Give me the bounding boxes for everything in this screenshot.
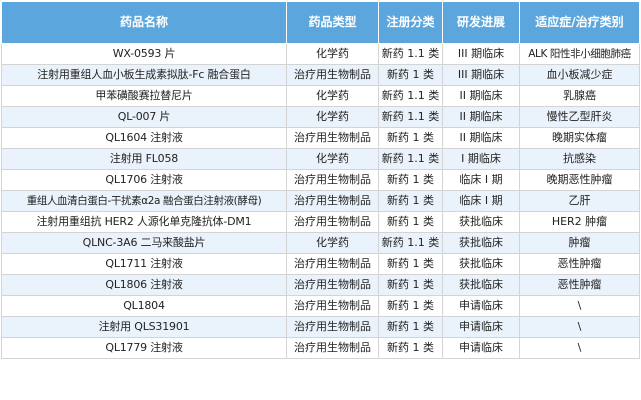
- table-row: 甲苯磺酸赛拉替尼片 化学药 新药 1.1 类 II 期临床 乳腺癌: [1, 85, 640, 107]
- cell-indication: 血小板减少症: [519, 64, 640, 86]
- cell-drug-type: 治疗用生物制品: [286, 274, 379, 296]
- cell-registration-class: 新药 1 类: [378, 190, 443, 212]
- cell-drug-name: 注射用重组人血小板生成素拟肽-Fc 融合蛋白: [1, 64, 287, 86]
- header-drug-type: 药品类型: [286, 1, 379, 44]
- cell-drug-type: 化学药: [286, 106, 379, 128]
- drug-pipeline-figure: 药品名称 药品类型 注册分类 研发进展 适应症/治疗类别 WX-0593 片 化…: [0, 0, 641, 400]
- cell-registration-class: 新药 1 类: [378, 169, 443, 191]
- cell-drug-type: 治疗用生物制品: [286, 127, 379, 149]
- cell-drug-type: 化学药: [286, 148, 379, 170]
- table-row: 重组人血清白蛋白-干扰素α2a 融合蛋白注射液(酵母) 治疗用生物制品 新药 1…: [1, 190, 640, 212]
- cell-registration-class: 新药 1.1 类: [378, 232, 443, 254]
- cell-registration-class: 新药 1 类: [378, 337, 443, 359]
- cell-drug-type: 化学药: [286, 43, 379, 65]
- cell-indication: 乙肝: [519, 190, 640, 212]
- table-row: 注射用重组抗 HER2 人源化单克隆抗体-DM1 治疗用生物制品 新药 1 类 …: [1, 211, 640, 233]
- cell-drug-name: WX-0593 片: [1, 43, 287, 65]
- cell-drug-name: QLNC-3A6 二马来酸盐片: [1, 232, 287, 254]
- cell-drug-name: 注射用重组抗 HER2 人源化单克隆抗体-DM1: [1, 211, 287, 233]
- header-rd-progress: 研发进展: [442, 1, 520, 44]
- table-row: 注射用 FL058 化学药 新药 1.1 类 I 期临床 抗感染: [1, 148, 640, 170]
- cell-drug-type: 化学药: [286, 232, 379, 254]
- cell-registration-class: 新药 1 类: [378, 253, 443, 275]
- cell-rd-progress: 申请临床: [442, 316, 520, 338]
- cell-registration-class: 新药 1 类: [378, 295, 443, 317]
- cell-rd-progress: 临床 I 期: [442, 169, 520, 191]
- cell-rd-progress: I 期临床: [442, 148, 520, 170]
- cell-registration-class: 新药 1.1 类: [378, 148, 443, 170]
- cell-drug-type: 治疗用生物制品: [286, 253, 379, 275]
- cell-rd-progress: III 期临床: [442, 43, 520, 65]
- cell-drug-type: 治疗用生物制品: [286, 316, 379, 338]
- table-row: WX-0593 片 化学药 新药 1.1 类 III 期临床 ALK 阳性非小细…: [1, 43, 640, 65]
- cell-drug-name: 注射用 FL058: [1, 148, 287, 170]
- cell-indication: 肿瘤: [519, 232, 640, 254]
- table-row: QL1806 注射液 治疗用生物制品 新药 1 类 获批临床 恶性肿瘤: [1, 274, 640, 296]
- table-row: 注射用 QLS31901 治疗用生物制品 新药 1 类 申请临床 \: [1, 316, 640, 338]
- cell-registration-class: 新药 1 类: [378, 274, 443, 296]
- header-drug-name: 药品名称: [1, 1, 287, 44]
- cell-drug-type: 治疗用生物制品: [286, 169, 379, 191]
- cell-registration-class: 新药 1.1 类: [378, 43, 443, 65]
- cell-rd-progress: II 期临床: [442, 106, 520, 128]
- cell-rd-progress: 获批临床: [442, 253, 520, 275]
- cell-rd-progress: 申请临床: [442, 295, 520, 317]
- cell-registration-class: 新药 1 类: [378, 316, 443, 338]
- cell-indication: \: [519, 316, 640, 338]
- cell-drug-name: 注射用 QLS31901: [1, 316, 287, 338]
- cell-indication: 抗感染: [519, 148, 640, 170]
- cell-registration-class: 新药 1 类: [378, 127, 443, 149]
- cell-registration-class: 新药 1 类: [378, 64, 443, 86]
- cell-drug-type: 治疗用生物制品: [286, 211, 379, 233]
- cell-indication: 慢性乙型肝炎: [519, 106, 640, 128]
- table-row: QL1604 注射液 治疗用生物制品 新药 1 类 II 期临床 晚期实体瘤: [1, 127, 640, 149]
- cell-drug-name: QL-007 片: [1, 106, 287, 128]
- cell-indication: 恶性肿瘤: [519, 253, 640, 275]
- table-header-row: 药品名称 药品类型 注册分类 研发进展 适应症/治疗类别: [1, 1, 640, 44]
- table-row: QL1804 治疗用生物制品 新药 1 类 申请临床 \: [1, 295, 640, 317]
- cell-drug-type: 治疗用生物制品: [286, 337, 379, 359]
- cell-drug-type: 治疗用生物制品: [286, 64, 379, 86]
- cell-rd-progress: III 期临床: [442, 64, 520, 86]
- cell-indication: ALK 阳性非小细胞肺癌: [519, 43, 640, 65]
- table-row: QLNC-3A6 二马来酸盐片 化学药 新药 1.1 类 获批临床 肿瘤: [1, 232, 640, 254]
- cell-indication: 恶性肿瘤: [519, 274, 640, 296]
- drug-pipeline-table: 药品名称 药品类型 注册分类 研发进展 适应症/治疗类别 WX-0593 片 化…: [1, 1, 640, 359]
- cell-rd-progress: II 期临床: [442, 127, 520, 149]
- header-registration-class: 注册分类: [378, 1, 443, 44]
- cell-drug-type: 化学药: [286, 85, 379, 107]
- header-indication: 适应症/治疗类别: [519, 1, 640, 44]
- cell-drug-name: QL1604 注射液: [1, 127, 287, 149]
- cell-drug-name: QL1804: [1, 295, 287, 317]
- table-row: QL1711 注射液 治疗用生物制品 新药 1 类 获批临床 恶性肿瘤: [1, 253, 640, 275]
- cell-indication: HER2 肿瘤: [519, 211, 640, 233]
- cell-rd-progress: 获批临床: [442, 211, 520, 233]
- cell-rd-progress: 获批临床: [442, 274, 520, 296]
- cell-registration-class: 新药 1 类: [378, 211, 443, 233]
- cell-drug-type: 治疗用生物制品: [286, 190, 379, 212]
- cell-rd-progress: 获批临床: [442, 232, 520, 254]
- cell-registration-class: 新药 1.1 类: [378, 106, 443, 128]
- cell-drug-name: QL1706 注射液: [1, 169, 287, 191]
- cell-registration-class: 新药 1.1 类: [378, 85, 443, 107]
- cell-drug-name: QL1779 注射液: [1, 337, 287, 359]
- table-row: 注射用重组人血小板生成素拟肽-Fc 融合蛋白 治疗用生物制品 新药 1 类 II…: [1, 64, 640, 86]
- cell-drug-name: 重组人血清白蛋白-干扰素α2a 融合蛋白注射液(酵母): [1, 190, 287, 212]
- cell-rd-progress: 临床 I 期: [442, 190, 520, 212]
- table-row: QL1706 注射液 治疗用生物制品 新药 1 类 临床 I 期 晚期恶性肿瘤: [1, 169, 640, 191]
- cell-drug-name: QL1711 注射液: [1, 253, 287, 275]
- cell-indication: \: [519, 295, 640, 317]
- cell-indication: \: [519, 337, 640, 359]
- cell-drug-name: QL1806 注射液: [1, 274, 287, 296]
- cell-indication: 晚期恶性肿瘤: [519, 169, 640, 191]
- table-row: QL-007 片 化学药 新药 1.1 类 II 期临床 慢性乙型肝炎: [1, 106, 640, 128]
- cell-indication: 晚期实体瘤: [519, 127, 640, 149]
- cell-drug-type: 治疗用生物制品: [286, 295, 379, 317]
- cell-indication: 乳腺癌: [519, 85, 640, 107]
- table-row: QL1779 注射液 治疗用生物制品 新药 1 类 申请临床 \: [1, 337, 640, 359]
- cell-rd-progress: 申请临床: [442, 337, 520, 359]
- cell-rd-progress: II 期临床: [442, 85, 520, 107]
- cell-drug-name: 甲苯磺酸赛拉替尼片: [1, 85, 287, 107]
